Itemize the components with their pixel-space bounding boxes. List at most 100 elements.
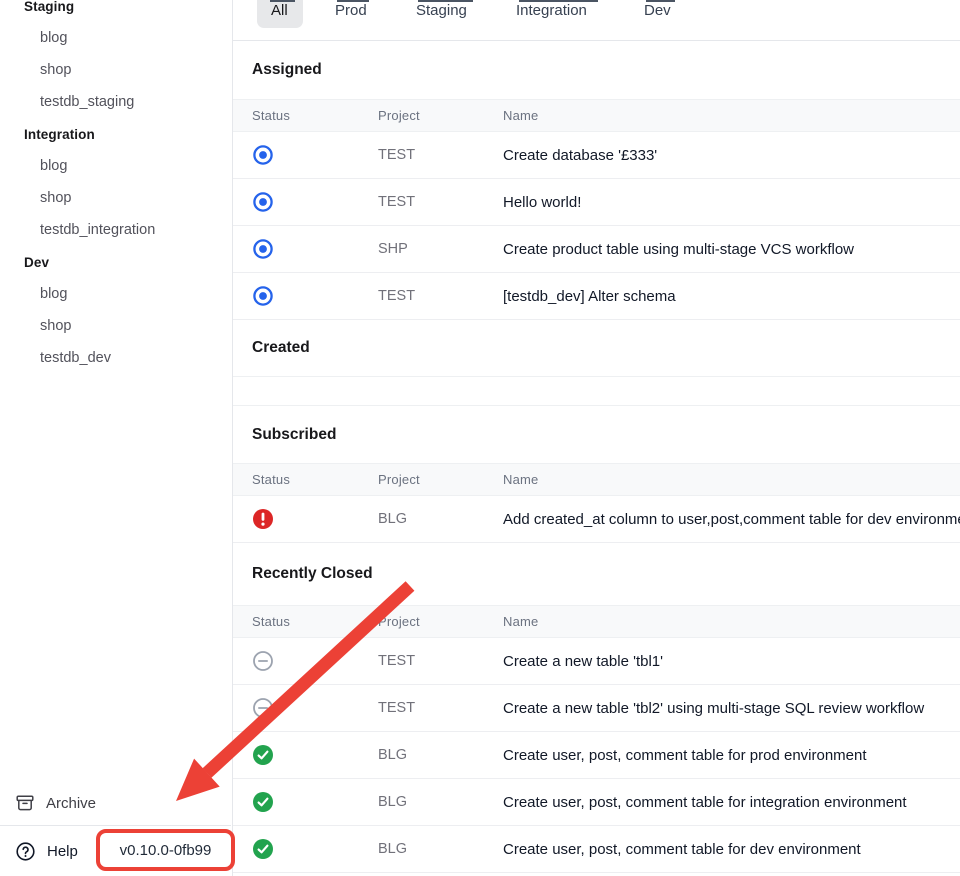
table-row[interactable]: TEST Create a new table 'tbl2' using mul… xyxy=(233,685,960,732)
column-header-project: Project xyxy=(378,472,503,487)
section-title-text: Assigned xyxy=(252,61,322,79)
db-item-label: shop xyxy=(40,62,71,78)
env-header-label: Dev xyxy=(24,255,49,270)
env-header-label: Staging xyxy=(24,0,74,14)
sidebar-item-blog-integration[interactable]: blog xyxy=(0,150,232,182)
column-header-name: Name xyxy=(503,108,960,123)
column-header-project: Project xyxy=(378,614,503,629)
project-code: BLG xyxy=(378,841,503,857)
issue-name: Create a new table 'tbl1' xyxy=(503,653,960,670)
help-icon xyxy=(16,842,35,861)
table-row[interactable]: SHP Create product table using multi-sta… xyxy=(233,226,960,273)
sidebar-item-shop-dev[interactable]: shop xyxy=(0,310,232,342)
sidebar-item-shop-integration[interactable]: shop xyxy=(0,182,232,214)
env-header-label: Integration xyxy=(24,127,95,142)
archive-label: Archive xyxy=(46,795,96,812)
tab-all[interactable]: All xyxy=(271,2,288,19)
cropped-content-mark xyxy=(337,0,369,2)
project-code: TEST xyxy=(378,194,503,210)
issue-attention-icon xyxy=(252,508,274,530)
column-header-status: Status xyxy=(233,108,378,123)
issue-name: [testdb_dev] Alter schema xyxy=(503,288,960,305)
issue-name: Create a new table 'tbl2' using multi-st… xyxy=(503,700,960,717)
db-item-label: shop xyxy=(40,318,71,334)
database-tree: Staging blog shop testdb_staging Integra… xyxy=(0,0,232,374)
sidebar-item-testdb-integration[interactable]: testdb_integration xyxy=(0,214,232,246)
help-label: Help xyxy=(47,843,78,860)
issue-open-icon xyxy=(252,191,274,213)
column-header-status: Status xyxy=(233,472,378,487)
db-item-label: blog xyxy=(40,158,67,174)
sidebar-item-blog-dev[interactable]: blog xyxy=(0,278,232,310)
table-header: Status Project Name xyxy=(233,605,960,638)
archive-button[interactable]: Archive xyxy=(0,781,231,826)
db-item-label: blog xyxy=(40,30,67,46)
table-row[interactable]: BLG Create user, post, comment table for… xyxy=(233,779,960,826)
project-code: BLG xyxy=(378,511,503,527)
sidebar: Staging blog shop testdb_staging Integra… xyxy=(0,0,233,876)
project-code: SHP xyxy=(378,241,503,257)
project-code: BLG xyxy=(378,794,503,810)
issue-name: Create user, post, comment table for pro… xyxy=(503,747,960,764)
tab-prod[interactable]: Prod xyxy=(335,2,367,19)
issue-open-icon xyxy=(252,144,274,166)
column-header-status: Status xyxy=(233,614,378,629)
issue-open-icon xyxy=(252,285,274,307)
tab-integration[interactable]: Integration xyxy=(516,2,587,19)
tab-dev[interactable]: Dev xyxy=(644,2,671,19)
issue-name: Create user, post, comment table for dev… xyxy=(503,841,960,858)
table-row[interactable]: TEST [testdb_dev] Alter schema xyxy=(233,273,960,320)
project-code: TEST xyxy=(378,700,503,716)
sidebar-env-header-staging: Staging xyxy=(0,0,232,22)
issue-done-icon xyxy=(252,838,274,860)
tab-staging[interactable]: Staging xyxy=(416,2,467,19)
sidebar-item-blog-staging[interactable]: blog xyxy=(0,22,232,54)
issue-canceled-icon xyxy=(252,650,274,672)
table-row[interactable]: BLG Create user, post, comment table for… xyxy=(233,732,960,779)
issue-name: Create product table using multi-stage V… xyxy=(503,241,960,258)
cropped-content-mark xyxy=(519,0,598,2)
project-code: BLG xyxy=(378,747,503,763)
cropped-content-mark xyxy=(270,0,295,2)
table-row[interactable]: TEST Hello world! xyxy=(233,179,960,226)
db-item-label: testdb_staging xyxy=(40,94,134,110)
table-header: Status Project Name xyxy=(233,463,960,496)
cropped-content-mark xyxy=(646,0,675,2)
issue-name: Add created_at column to user,post,comme… xyxy=(503,511,960,528)
archive-icon xyxy=(16,794,34,812)
issue-name: Create user, post, comment table for int… xyxy=(503,794,960,811)
table-row[interactable]: TEST Create database '£333' xyxy=(233,132,960,179)
section-title-subscribed: Subscribed xyxy=(233,406,960,463)
sidebar-item-testdb-dev[interactable]: testdb_dev xyxy=(0,342,232,374)
sidebar-item-shop-staging[interactable]: shop xyxy=(0,54,232,86)
issue-done-icon xyxy=(252,744,274,766)
project-code: TEST xyxy=(378,288,503,304)
table-row[interactable]: BLG Create user, post, comment table for… xyxy=(233,826,960,873)
issue-name: Create database '£333' xyxy=(503,147,960,164)
issue-dashboard: All Prod Staging Integration Dev Assigne… xyxy=(233,0,960,876)
empty-table-placeholder xyxy=(233,376,960,406)
section-title-recently-closed: Recently Closed xyxy=(233,543,960,605)
cropped-content-mark xyxy=(418,0,473,2)
column-header-name: Name xyxy=(503,614,960,629)
section-title-assigned: Assigned xyxy=(233,41,960,99)
sidebar-item-testdb-staging[interactable]: testdb_staging xyxy=(0,86,232,118)
table-header: Status Project Name xyxy=(233,99,960,132)
db-item-label: testdb_dev xyxy=(40,350,111,366)
issue-name: Hello world! xyxy=(503,194,960,211)
issue-done-icon xyxy=(252,791,274,813)
section-title-text: Recently Closed xyxy=(252,565,373,583)
table-row[interactable]: BLG Add created_at column to user,post,c… xyxy=(233,496,960,543)
table-row[interactable]: TEST Create a new table 'tbl1' xyxy=(233,638,960,685)
section-title-text: Subscribed xyxy=(252,426,336,444)
environment-tabs: All Prod Staging Integration Dev xyxy=(233,0,960,41)
db-item-label: blog xyxy=(40,286,67,302)
sidebar-env-header-integration: Integration xyxy=(0,118,232,150)
column-header-project: Project xyxy=(378,108,503,123)
section-title-created: Created xyxy=(233,320,960,376)
version-badge: v0.10.0-0fb99 xyxy=(96,829,235,871)
project-code: TEST xyxy=(378,653,503,669)
db-item-label: testdb_integration xyxy=(40,222,155,238)
section-title-text: Created xyxy=(252,339,310,357)
db-item-label: shop xyxy=(40,190,71,206)
